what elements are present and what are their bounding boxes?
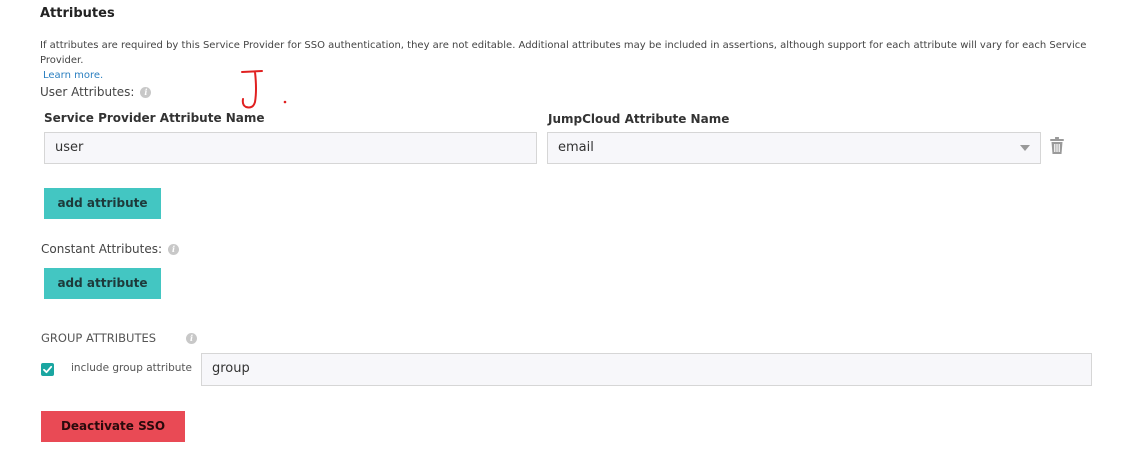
annotation-drawing bbox=[241, 70, 287, 109]
group-attributes-label: GROUP ATTRIBUTES bbox=[41, 331, 157, 345]
user-attributes-label-row: User Attributes: i bbox=[40, 85, 152, 99]
jc-attribute-select[interactable]: email bbox=[547, 132, 1041, 164]
include-group-label: include group attribute bbox=[71, 362, 193, 374]
description-text: If attributes are required by this Servi… bbox=[40, 40, 1087, 66]
section-title: Attributes bbox=[40, 6, 115, 21]
deactivate-sso-button[interactable]: Deactivate SSO bbox=[41, 411, 185, 442]
handwritten-annotation bbox=[238, 68, 298, 113]
sp-attribute-input[interactable]: user bbox=[44, 132, 537, 164]
jc-attribute-header: JumpCloud Attribute Name bbox=[548, 112, 730, 126]
checkmark-icon bbox=[43, 365, 53, 374]
add-constant-attribute-button[interactable]: add attribute bbox=[44, 268, 161, 299]
info-icon[interactable]: i bbox=[168, 244, 180, 255]
user-attributes-label: User Attributes: bbox=[40, 85, 135, 99]
info-icon[interactable]: i bbox=[140, 87, 152, 98]
sp-attribute-header: Service Provider Attribute Name bbox=[44, 111, 265, 125]
constant-attributes-label: Constant Attributes: bbox=[41, 242, 163, 256]
constant-attributes-label-row: Constant Attributes: i bbox=[41, 242, 180, 256]
info-icon[interactable]: i bbox=[186, 333, 198, 344]
section-description: If attributes are required by this Servi… bbox=[40, 38, 1115, 83]
learn-more-link[interactable]: Learn more. bbox=[43, 70, 103, 81]
jc-attribute-value: email bbox=[558, 140, 594, 155]
add-user-attribute-button[interactable]: add attribute bbox=[44, 188, 161, 219]
group-attributes-label-row: GROUP ATTRIBUTES i bbox=[41, 331, 198, 345]
chevron-down-icon bbox=[1020, 145, 1030, 151]
include-group-checkbox[interactable] bbox=[41, 363, 54, 376]
trash-icon[interactable] bbox=[1049, 137, 1065, 155]
group-attribute-input[interactable]: group bbox=[201, 353, 1092, 386]
